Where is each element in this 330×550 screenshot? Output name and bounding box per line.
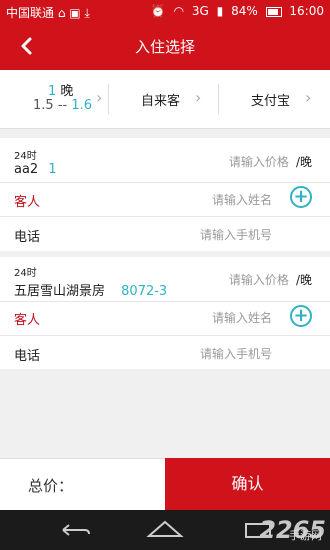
- phone-label: 电话: [14, 349, 41, 364]
- payment-selector[interactable]: 支付宝 ›: [219, 70, 330, 128]
- room-card: 24时 aa2 1 请输入价格 /晚 客人 请输入姓名 + 电话 请输入手机号: [0, 138, 330, 251]
- date-range: 1.5 -- 1.6: [33, 98, 92, 113]
- guest-name-input[interactable]: 请输入姓名: [212, 191, 272, 208]
- back-arrow-icon: [21, 37, 32, 55]
- price-unit: /晚: [295, 273, 312, 287]
- chevron-right-icon: ›: [305, 88, 312, 107]
- clock: 16:00: [289, 4, 324, 18]
- room-card: 24时 五居雪山湖景房 8072-3 请输入价格 /晚 客人 请输入姓名 + 电…: [0, 257, 330, 369]
- add-guest-icon[interactable]: +: [290, 305, 312, 327]
- price-input: 请输入价格: [228, 273, 289, 287]
- divider: [0, 216, 330, 217]
- status-left: 中国联通 ⌂ ▣ ⤓: [6, 4, 90, 21]
- guest-label: 客人: [14, 313, 41, 328]
- back-nav-button[interactable]: [55, 518, 95, 542]
- room-tag: 24时: [14, 151, 37, 162]
- price-input: 请输入价格: [228, 155, 289, 169]
- nights-count: 1: [48, 84, 57, 99]
- add-guest-icon[interactable]: +: [290, 186, 312, 208]
- phone-input[interactable]: 请输入手机号: [200, 226, 272, 243]
- divider: [0, 335, 330, 336]
- status-bar: 中国联通 ⌂ ▣ ⤓ ⏰ ◠ 3G ▮ 84% 16:00: [0, 0, 330, 24]
- room-title: aa2 1: [14, 162, 57, 177]
- room-name: 五居雪山湖景房: [14, 284, 106, 299]
- guest-name-input[interactable]: 请输入姓名: [212, 309, 272, 326]
- usb-icon: ⌂: [57, 6, 66, 20]
- wifi-icon: ◠: [173, 4, 185, 18]
- alarm-icon: ⏰: [150, 4, 166, 18]
- room-name: aa2: [14, 162, 39, 177]
- total-price-label: 总价：: [28, 477, 74, 495]
- source-value: 自来客: [141, 94, 181, 109]
- chevron-right-icon: ›: [195, 88, 202, 107]
- room-title: 五居雪山湖景房 8072-3: [14, 280, 167, 299]
- chevron-right-icon: ›: [96, 88, 103, 107]
- network-label: 3G: [191, 4, 209, 18]
- room-number: 8072-3: [121, 284, 168, 299]
- confirm-button[interactable]: 确认: [165, 458, 330, 510]
- battery-percent: 84%: [231, 4, 258, 18]
- phone-input[interactable]: 请输入手机号: [200, 345, 272, 362]
- back-nav-icon: [62, 524, 90, 536]
- app-header: 入住选择: [0, 24, 330, 70]
- carrier-label: 中国联通: [6, 6, 55, 20]
- guest-label: 客人: [14, 195, 41, 210]
- nights-line: 1 晚: [48, 80, 73, 99]
- signal-icon: ▮: [216, 4, 224, 18]
- back-button[interactable]: [14, 32, 42, 60]
- divider: [0, 301, 330, 302]
- battery-icon: [265, 6, 282, 17]
- price-field[interactable]: 请输入价格 /晚: [229, 269, 312, 288]
- watermark-site: 手游网: [289, 529, 322, 542]
- home-nav-button[interactable]: [145, 518, 185, 542]
- date-to: 1.6: [71, 98, 93, 113]
- price-unit: /晚: [295, 155, 312, 169]
- room-number: 1: [48, 162, 57, 177]
- home-icon: [146, 520, 184, 537]
- divider: [0, 182, 330, 183]
- image-icon: ▣: [69, 6, 81, 20]
- nights-unit: 晚: [60, 84, 74, 99]
- date-selector[interactable]: 1 晚 1.5 -- 1.6 ›: [0, 70, 108, 128]
- price-field[interactable]: 请输入价格 /晚: [229, 151, 312, 170]
- phone-label: 电话: [14, 230, 41, 245]
- payment-value: 支付宝: [251, 94, 291, 109]
- date-from: 1.5: [33, 98, 54, 113]
- download-icon: ⤓: [84, 6, 90, 20]
- source-selector[interactable]: 自来客 ›: [109, 70, 217, 128]
- options-row: 1 晚 1.5 -- 1.6 › 自来客 › 支付宝 ›: [0, 70, 330, 129]
- date-separator: --: [57, 98, 68, 113]
- status-right: ⏰ ◠ 3G ▮ 84% 16:00: [147, 4, 324, 18]
- page-title: 入住选择: [134, 38, 195, 56]
- room-tag: 24时: [14, 268, 37, 279]
